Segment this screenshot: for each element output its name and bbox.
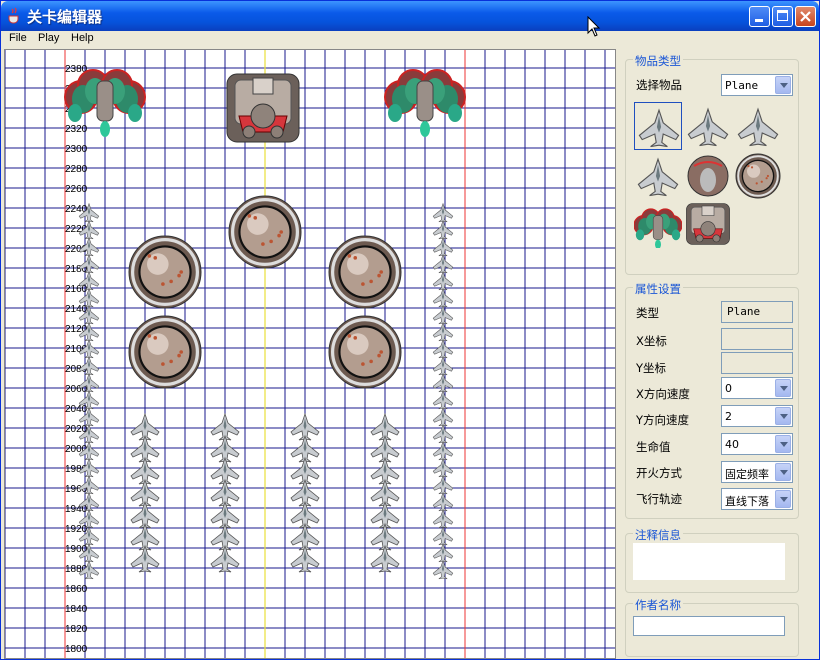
chevron-down-icon[interactable] <box>775 463 791 481</box>
y-axis-label: 2300 <box>65 144 88 155</box>
author-group: 作者名称 <box>625 597 799 657</box>
y-axis-label: 1820 <box>65 624 88 635</box>
title-bar[interactable]: 关卡编辑器 <box>1 1 819 31</box>
item-select-value: Plane <box>725 79 759 92</box>
item-type-group: 物品类型 选择物品 Plane <box>625 53 799 275</box>
item-thumbnail[interactable] <box>734 152 782 200</box>
pod-enemy-icon[interactable] <box>687 155 729 197</box>
fire-mode-value: 固定频率 <box>725 468 769 481</box>
track-value: 直线下落 <box>725 495 769 508</box>
y-speed-value: 2 <box>725 410 732 423</box>
y-axis-label: 2260 <box>65 184 88 195</box>
type-field: Plane <box>721 301 793 323</box>
mine-enemy-icon[interactable] <box>328 235 402 309</box>
notes-title: 注释信息 <box>633 527 683 543</box>
x-speed-label: X方向速度 <box>636 387 690 401</box>
mine-enemy-icon[interactable] <box>128 235 202 309</box>
item-thumbnail[interactable] <box>684 102 732 150</box>
level-grid[interactable]: 2380236023402320230022802260224022202200… <box>5 50 616 659</box>
chevron-down-icon[interactable] <box>775 407 791 425</box>
y-axis-label: 2160 <box>65 284 88 295</box>
side-panel: 物品类型 选择物品 Plane 属性设置 类型 Plane X坐标 Y坐标 X方… <box>618 49 819 659</box>
y-speed-select[interactable]: 2 <box>721 405 793 427</box>
fire-mode-select[interactable]: 固定频率 <box>721 461 793 483</box>
item-thumbnail[interactable] <box>634 152 682 200</box>
track-select[interactable]: 直线下落 <box>721 488 793 510</box>
y-label: Y坐标 <box>636 361 667 375</box>
menu-bar: File Play Help <box>1 31 819 49</box>
mine-enemy-icon[interactable] <box>128 315 202 389</box>
menu-help[interactable]: Help <box>71 32 94 44</box>
y-axis-label: 2140 <box>65 304 88 315</box>
menu-play[interactable]: Play <box>38 32 59 44</box>
item-select[interactable]: Plane <box>721 74 793 96</box>
y-axis-label: 1920 <box>65 524 88 535</box>
chevron-down-icon[interactable] <box>775 379 791 397</box>
item-thumbnail[interactable] <box>734 102 782 150</box>
life-label: 生命值 <box>636 440 671 454</box>
fire-mode-label: 开火方式 <box>636 466 682 480</box>
maximize-icon <box>777 10 788 21</box>
track-label: 飞行轨迹 <box>636 492 682 506</box>
mine-enemy-icon[interactable] <box>328 315 402 389</box>
window-title: 关卡编辑器 <box>27 8 103 26</box>
maximize-button[interactable] <box>772 6 793 27</box>
enemy-jet-icon[interactable] <box>637 157 679 197</box>
x-speed-select[interactable]: 0 <box>721 377 793 399</box>
minimize-icon <box>755 19 763 22</box>
item-type-title: 物品类型 <box>633 53 683 69</box>
item-thumbnail[interactable] <box>684 200 732 248</box>
close-button[interactable] <box>795 6 816 27</box>
y-axis-label: 2320 <box>65 124 88 135</box>
author-input[interactable] <box>633 616 785 636</box>
close-icon <box>800 11 811 22</box>
type-label: 类型 <box>636 306 659 320</box>
y-axis-label: 1800 <box>65 644 88 655</box>
level-canvas[interactable]: 2380236023402320230022802260224022202200… <box>4 49 616 659</box>
x-label: X坐标 <box>636 334 667 348</box>
enemy-jet-icon[interactable] <box>737 107 779 147</box>
item-thumbnail[interactable] <box>633 200 683 250</box>
chevron-down-icon[interactable] <box>775 490 791 508</box>
item-thumbnail[interactable] <box>634 102 682 150</box>
properties-group: 属性设置 类型 Plane X坐标 Y坐标 X方向速度 0 Y方向速度 2 生命… <box>625 281 799 519</box>
mouse-cursor-icon <box>587 16 601 37</box>
chevron-down-icon[interactable] <box>775 435 791 453</box>
select-item-label: 选择物品 <box>636 78 682 92</box>
item-thumbnail[interactable] <box>684 152 732 200</box>
life-value: 40 <box>725 438 739 451</box>
armored-boss-icon[interactable] <box>686 203 730 245</box>
chevron-down-icon[interactable] <box>775 76 791 94</box>
properties-title: 属性设置 <box>633 281 683 297</box>
y-axis-label: 2040 <box>65 404 88 415</box>
life-select[interactable]: 40 <box>721 433 793 455</box>
notes-group: 注释信息 <box>625 527 799 593</box>
mine-enemy-icon[interactable] <box>228 195 302 269</box>
enemy-jet-icon[interactable] <box>687 107 729 147</box>
notes-textarea[interactable] <box>633 543 785 580</box>
app-window: 关卡编辑器 File Play Help 2380236023402320230… <box>0 0 820 660</box>
y-speed-label: Y方向速度 <box>636 413 690 427</box>
armored-boss-icon[interactable] <box>226 73 300 143</box>
y-axis-label: 1860 <box>65 584 88 595</box>
java-cup-icon <box>8 7 19 24</box>
y-axis-label: 1840 <box>65 604 88 615</box>
mine-enemy-icon[interactable] <box>735 153 781 199</box>
menu-file[interactable]: File <box>9 32 27 44</box>
y-field[interactable] <box>721 352 793 374</box>
green-boss-icon[interactable] <box>633 208 683 250</box>
y-axis-label: 2280 <box>65 164 88 175</box>
author-title: 作者名称 <box>633 597 683 613</box>
enemy-jet-icon[interactable] <box>638 108 680 148</box>
x-speed-value: 0 <box>725 382 732 395</box>
minimize-button[interactable] <box>749 6 770 27</box>
x-field[interactable] <box>721 328 793 350</box>
